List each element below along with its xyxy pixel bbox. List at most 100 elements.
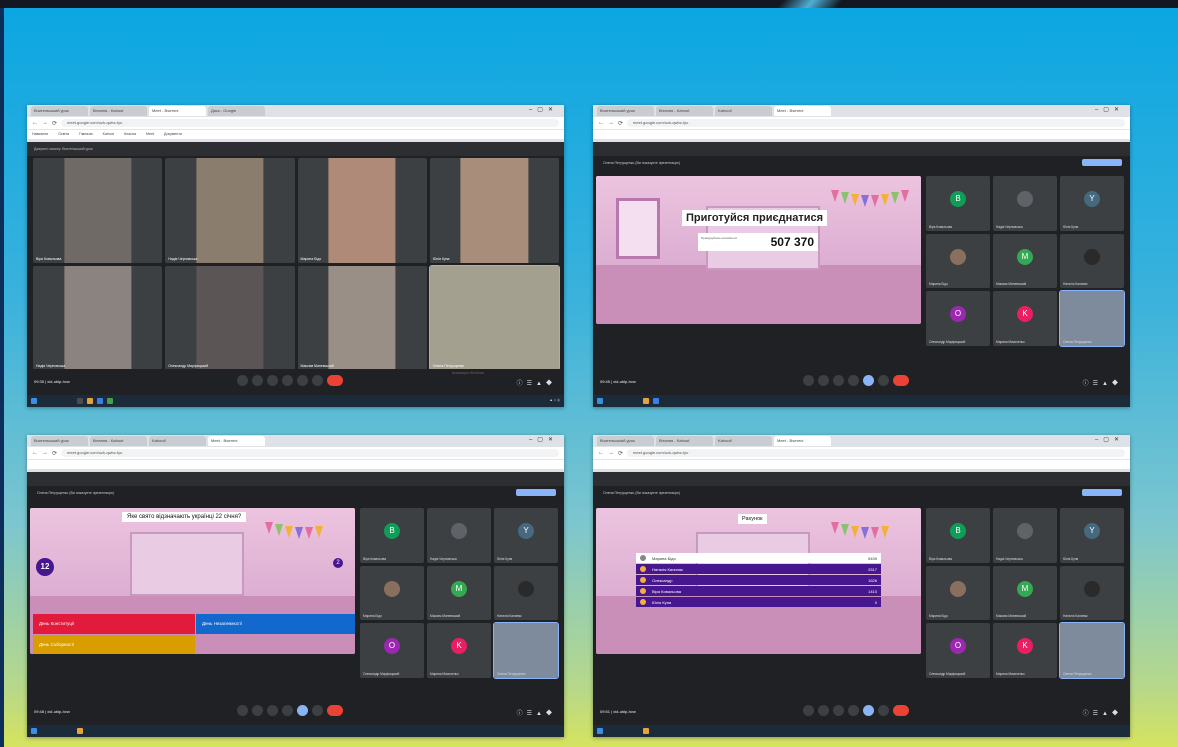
emoji-button[interactable] [848,705,859,716]
participant-tile[interactable]: O Олександр Марфицький [360,623,424,678]
browser-tab[interactable]: Meet - Вчителі [208,436,265,446]
back-icon[interactable]: ← [32,120,38,126]
browser-tab[interactable]: Meet - Вчителі [774,436,831,446]
participant-tile[interactable]: K Марина Масиченко [427,623,491,678]
leave-call-button[interactable] [327,705,343,716]
address-bar[interactable]: meet.google.com/uzk-qwbc-fyu [61,449,559,457]
browser-tab[interactable]: Вчительський урок [31,106,88,116]
browser-tab[interactable]: Вчительський урок [31,436,88,446]
present-button[interactable] [863,375,874,386]
answer-option[interactable]: День Соборності [33,634,195,654]
bookmark[interactable]: Meet [146,132,154,136]
bookmark[interactable]: Освіта [58,132,69,136]
participant-tile[interactable]: K Марина Масиченко [993,623,1057,678]
bookmark[interactable]: Класна [124,132,136,136]
bookmark[interactable]: Гімназія [79,132,93,136]
browser-tab[interactable]: Kahoot! [149,436,206,446]
more-button[interactable] [878,375,889,386]
participant-tile-active[interactable]: Олена Петрущенко [428,264,561,371]
stop-presenting-button[interactable] [1082,159,1122,166]
participant-tile[interactable]: Наталія Калиняк [1060,233,1124,289]
participant-tile[interactable]: Віра Ковальова [33,158,163,263]
participant-tile-active[interactable]: Олена Петрущенко [1059,290,1125,347]
captions-button[interactable] [833,375,844,386]
taskbar-app-icon[interactable] [87,398,93,404]
forward-icon[interactable]: → [608,450,614,456]
taskbar-app-icon[interactable] [643,398,649,404]
browser-tab[interactable]: Вчительський урок [597,106,654,116]
answer-option[interactable]: День Незалежності [196,614,355,634]
browser-tab[interactable]: Вітання - Kahoot [656,436,713,446]
mic-button[interactable] [803,705,814,716]
leave-call-button[interactable] [893,705,909,716]
reload-icon[interactable]: ⟳ [52,120,57,127]
browser-tab[interactable]: Вітання - Kahoot [90,106,147,116]
taskbar-app-icon[interactable] [643,728,649,734]
taskbar-app-icon[interactable] [653,398,659,404]
captions-button[interactable] [267,705,278,716]
start-icon[interactable] [597,728,603,734]
participant-tile[interactable]: Y Юлія Купа [494,508,558,563]
bookmark[interactable]: Kahoot [103,132,114,136]
browser-tab[interactable]: Kahoot! [715,436,772,446]
emoji-button[interactable] [848,375,859,386]
back-icon[interactable]: ← [598,450,604,456]
taskbar-app-icon[interactable] [77,398,83,404]
browser-tab[interactable]: Диск - Google [208,106,265,116]
window-controls[interactable]: –▢✕ [529,106,558,113]
more-button[interactable] [312,705,323,716]
captions-button[interactable] [267,375,278,386]
participant-tile[interactable]: Y Юлія Купа [1060,508,1124,563]
start-icon[interactable] [31,728,37,734]
side-controls[interactable]: ⓘ☰▲◆ [517,378,556,387]
participant-tile-active[interactable]: Олена Петрущенко [1059,622,1125,679]
reload-icon[interactable]: ⟳ [618,120,623,127]
window-controls[interactable]: –▢✕ [1095,436,1124,443]
participant-tile[interactable]: Наталія Калиняк [1060,565,1124,621]
present-button[interactable] [297,375,308,386]
browser-tab[interactable]: Вчительський урок [597,436,654,446]
bookmark[interactable]: Документи [164,132,182,136]
window-controls[interactable]: –▢✕ [529,436,558,443]
side-controls[interactable]: ⓘ☰▲◆ [517,708,556,717]
participant-tile[interactable]: Наталія Калиняк [494,565,558,621]
mic-button[interactable] [803,375,814,386]
participant-tile[interactable]: В Віра Ковальова [360,508,424,563]
participant-tile[interactable]: Олександр Марфицький [165,265,295,370]
participant-tile[interactable]: Юлія Купа [429,158,559,263]
emoji-button[interactable] [282,375,293,386]
participant-tile[interactable]: В Віра Ковальова [926,508,990,563]
mic-button[interactable] [237,705,248,716]
participant-tile[interactable]: Y Юлія Купа [1060,176,1124,231]
participant-tile[interactable]: Максим Маневський [297,265,427,370]
captions-button[interactable] [833,705,844,716]
taskbar-app-icon[interactable] [107,398,113,404]
stop-presenting-button[interactable] [1082,489,1122,496]
reload-icon[interactable]: ⟳ [618,450,623,457]
more-button[interactable] [312,375,323,386]
participant-tile[interactable]: Марина Бідо [360,565,424,621]
more-button[interactable] [878,705,889,716]
emoji-button[interactable] [282,705,293,716]
browser-tab[interactable]: Вітання - Kahoot [90,436,147,446]
address-bar[interactable]: meet.google.com/uzk-qwbc-fyu [627,449,1125,457]
leave-call-button[interactable] [893,375,909,386]
present-button[interactable] [297,705,308,716]
bookmark[interactable]: Навчання [32,132,48,136]
camera-button[interactable] [818,375,829,386]
start-icon[interactable] [31,398,37,404]
participant-tile[interactable]: Марина Бідо [926,565,990,621]
browser-tab[interactable]: Meet - Вчителі [774,106,831,116]
answer-option[interactable]: День Конституції [33,614,195,634]
side-controls[interactable]: ⓘ☰▲◆ [1083,708,1122,717]
address-bar[interactable]: meet.google.com/uzk-qwbc-fyu [627,119,1125,127]
participant-tile[interactable]: Надія Черновська [33,265,163,370]
forward-icon[interactable]: → [42,450,48,456]
address-bar[interactable]: meet.google.com/uzk-qwbc-fyu [61,119,559,127]
participant-tile[interactable]: Надія Черновська [427,508,491,563]
mic-button[interactable] [237,375,248,386]
reload-icon[interactable]: ⟳ [52,450,57,457]
participant-tile[interactable]: Надія Черновська [993,508,1057,563]
participant-tile-active[interactable]: Олена Петрущенко [493,622,559,679]
camera-button[interactable] [818,705,829,716]
